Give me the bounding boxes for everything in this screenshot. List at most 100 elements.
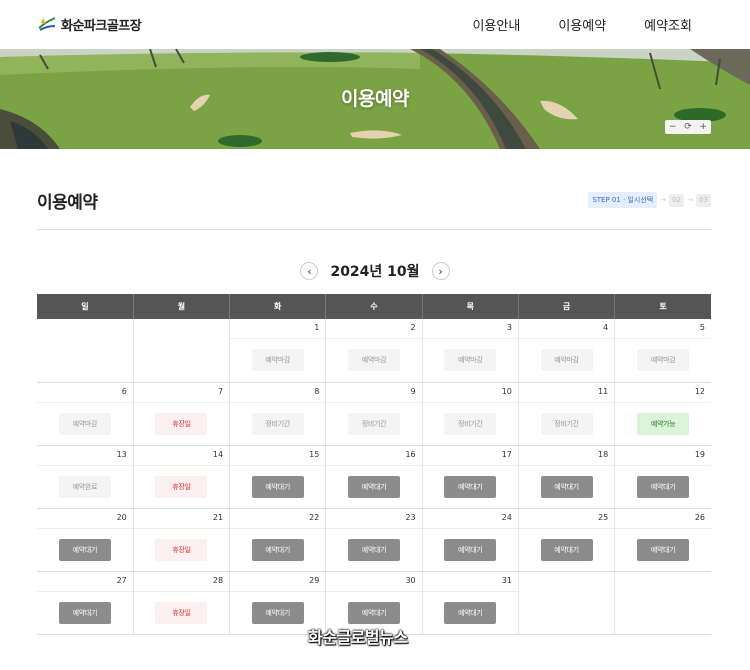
zoom-out-icon[interactable]: − — [669, 122, 677, 132]
day-number: 29 — [230, 572, 326, 592]
status-badge-wait[interactable]: 예약대기 — [347, 601, 400, 624]
status-badge-available[interactable]: 예약가능 — [637, 412, 690, 435]
calendar-day-cell: 7 휴장일 — [133, 382, 231, 446]
step-3-label: 03 — [696, 193, 711, 207]
status-badge-wait[interactable]: 예약대기 — [251, 601, 304, 624]
day-number: 20 — [37, 509, 133, 529]
nav-item-lookup[interactable]: 예약조회 — [644, 15, 692, 34]
brand-logo[interactable]: 화순파크골프장 — [37, 12, 142, 36]
status-badge-wait[interactable]: 예약대기 — [347, 475, 400, 498]
day-number: 11 — [518, 383, 615, 403]
day-number: 1 — [230, 319, 326, 339]
status-badge-wait[interactable]: 예약대기 — [58, 538, 111, 561]
status-badge-closed: 예약마감 — [637, 349, 690, 371]
nav-item-reservation[interactable]: 이용예약 — [558, 15, 606, 34]
calendar-day-cell[interactable]: 20 예약대기 — [37, 508, 134, 572]
status-badge-maint: 정비기간 — [251, 412, 304, 435]
weekday-sun: 일 — [37, 294, 134, 319]
calendar-day-cell[interactable]: 17 예약대기 — [422, 445, 519, 509]
day-number: 8 — [230, 383, 326, 403]
calendar-day-cell: 21 휴장일 — [133, 508, 231, 572]
status-badge-wait[interactable]: 예약대기 — [444, 538, 497, 561]
weekday-tue: 화 — [229, 294, 327, 319]
prev-month-icon[interactable]: ‹ — [300, 262, 319, 280]
status-badge-holiday: 휴장일 — [155, 601, 208, 624]
section-divider — [37, 229, 711, 230]
status-badge-holiday: 휴장일 — [155, 412, 208, 435]
main-nav: 이용안내 이용예약 예약조회 — [472, 15, 692, 34]
day-number: 7 — [133, 383, 230, 403]
status-badge-wait[interactable]: 예약대기 — [444, 475, 497, 498]
status-badge-closed: 예약마감 — [347, 349, 400, 371]
status-badge-wait[interactable]: 예약대기 — [444, 601, 497, 624]
status-badge-closed: 예약마감 — [251, 349, 304, 371]
day-number: 3 — [422, 319, 518, 339]
status-badge-wait[interactable]: 예약대기 — [637, 538, 690, 561]
hero-title: 이용예약 — [341, 88, 409, 110]
step-2-label: 02 — [669, 193, 685, 207]
calendar-day-cell[interactable]: 18 예약대기 — [518, 445, 616, 509]
zoom-in-icon[interactable]: + — [700, 122, 708, 132]
step-indicator: STEP 01 · 일시선택 → 02 → 03 — [588, 192, 711, 208]
calendar-day-cell — [133, 319, 231, 383]
status-badge-holiday: 휴장일 — [155, 475, 208, 498]
status-badge-wait[interactable]: 예약대기 — [347, 538, 400, 561]
site-header: 화순파크골프장 이용안내 이용예약 예약조회 — [0, 0, 750, 49]
day-number: 28 — [133, 572, 230, 592]
step-1-label: STEP 01 · 일시선택 — [588, 192, 658, 208]
hero-banner: 이용예약 − ⟳ + — [0, 49, 750, 149]
month-label: 2024년 10월 — [330, 264, 420, 280]
status-badge-maint: 정비기간 — [540, 412, 593, 435]
nav-item-guide[interactable]: 이용안내 — [472, 15, 520, 34]
calendar-day-cell: 6 예약마감 — [37, 382, 134, 446]
status-badge-wait[interactable]: 예약대기 — [58, 601, 111, 624]
calendar-day-cell[interactable]: 31 예약대기 — [422, 571, 519, 635]
day-number: 27 — [37, 572, 133, 592]
status-badge-holiday: 휴장일 — [155, 538, 208, 561]
calendar-day-cell[interactable]: 24 예약대기 — [422, 508, 519, 572]
calendar-day-cell: 13 예약완료 — [37, 445, 134, 509]
day-number: 13 — [37, 446, 133, 466]
day-number: 15 — [230, 446, 326, 466]
status-badge-wait[interactable]: 예약대기 — [251, 538, 304, 561]
day-number: 30 — [326, 572, 422, 592]
day-number: 10 — [422, 383, 518, 403]
day-number: 14 — [133, 446, 230, 466]
page-title: 이용예약 — [37, 193, 98, 213]
status-badge-wait[interactable]: 예약대기 — [540, 538, 593, 561]
month-navigator: ‹ 2024년 10월 › — [0, 261, 750, 281]
calendar-day-cell: 28 휴장일 — [133, 571, 231, 635]
brand-name: 화순파크골프장 — [61, 18, 142, 34]
calendar-day-cell[interactable]: 16 예약대기 — [325, 445, 423, 509]
day-number: 6 — [37, 383, 133, 403]
day-number: 22 — [230, 509, 326, 529]
calendar-day-cell: 14 휴장일 — [133, 445, 231, 509]
status-badge-closed: 예약마감 — [58, 412, 111, 435]
day-number: 16 — [326, 446, 422, 466]
calendar-day-cell[interactable]: 27 예약대기 — [37, 571, 134, 635]
status-badge-wait[interactable]: 예약대기 — [251, 475, 304, 498]
weekday-wed: 수 — [325, 294, 423, 319]
calendar-day-cell[interactable]: 26 예약대기 — [614, 508, 711, 572]
calendar-day-cell[interactable]: 12 예약가능 — [614, 382, 711, 446]
day-number: 18 — [518, 446, 615, 466]
calendar-day-cell[interactable]: 25 예약대기 — [518, 508, 616, 572]
day-number: 5 — [615, 319, 711, 339]
calendar-day-cell: 8 정비기간 — [229, 382, 327, 446]
status-badge-closed: 예약마감 — [540, 349, 593, 371]
next-month-icon[interactable]: › — [431, 262, 450, 280]
calendar-day-cell[interactable]: 15 예약대기 — [229, 445, 327, 509]
status-badge-wait[interactable]: 예약대기 — [637, 475, 690, 498]
calendar-day-cell[interactable]: 22 예약대기 — [229, 508, 327, 572]
status-badge-maint: 정비기간 — [444, 412, 497, 435]
calendar-day-cell[interactable]: 19 예약대기 — [614, 445, 711, 509]
zoom-reset-icon[interactable]: ⟳ — [684, 122, 692, 132]
calendar-day-cell: 9 정비기간 — [325, 382, 423, 446]
calendar-day-cell[interactable]: 23 예약대기 — [325, 508, 423, 572]
status-badge-wait[interactable]: 예약대기 — [540, 475, 593, 498]
calendar-body: 1 예약마감 2 예약마감 3 예약마감 4 예약마감 5 예약마감 6 예약마감 7 휴장일 8 정비기간 9… — [37, 319, 711, 635]
status-badge-closed: 예약마감 — [444, 349, 497, 371]
calendar-day-cell — [518, 571, 616, 635]
weekday-header: 일 월 화 수 목 금 토 — [37, 294, 711, 319]
day-number: 4 — [518, 319, 615, 339]
